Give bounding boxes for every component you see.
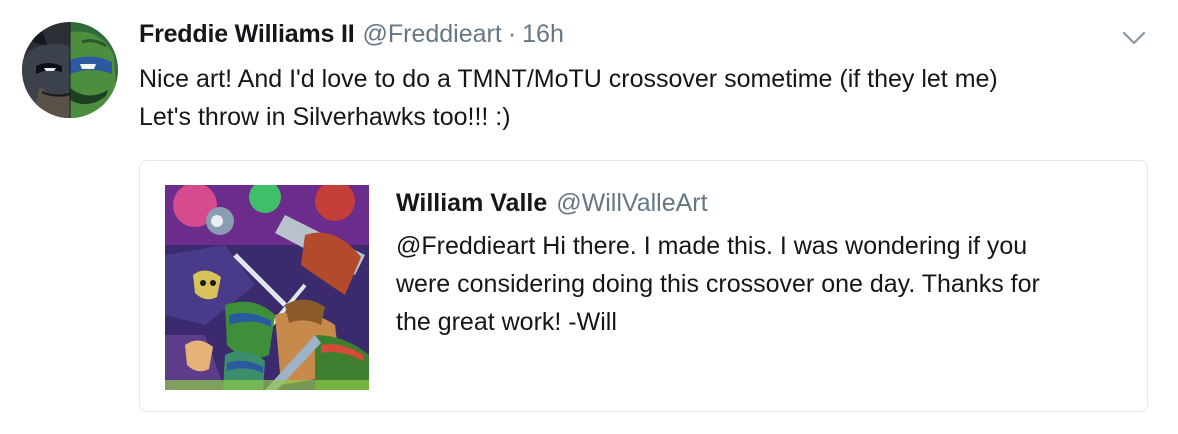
tweet-timestamp[interactable]: 16h (522, 20, 564, 49)
chevron-down-icon (1122, 31, 1146, 45)
tweet: Freddie Williams II @Freddieart · 16h Ni… (0, 0, 1178, 434)
tweet-text-line: Let's throw in Silverhawks too!!! :) (139, 103, 511, 131)
tweet-menu-button[interactable] (1120, 28, 1148, 48)
quoted-text-line: the great work! -Will (396, 308, 617, 336)
quoted-tweet-media[interactable] (165, 185, 369, 390)
tweet-header: Freddie Williams II @Freddieart · 16h (139, 20, 564, 54)
quoted-text-line: were considering doing this crossover on… (396, 270, 1040, 298)
quoted-tweet-text: @Freddieart Hi there. I made this. I was… (396, 227, 1131, 341)
quoted-tweet-card[interactable]: William Valle @WillValleArt @Freddieart … (139, 160, 1148, 412)
quoted-tweet-header: William Valle @WillValleArt (396, 189, 708, 218)
author-handle[interactable]: @Freddieart (362, 20, 501, 49)
author-avatar[interactable] (22, 22, 118, 118)
tweet-text-line: Nice art! And I'd love to do a TMNT/MoTU… (139, 65, 998, 93)
quoted-author-handle[interactable]: @WillValleArt (556, 189, 707, 218)
quoted-text-line: @Freddieart Hi there. I made this. I was… (396, 232, 1028, 260)
author-name[interactable]: Freddie Williams II (139, 20, 355, 49)
avatar-image-icon (22, 22, 118, 118)
header-separator: · (507, 20, 517, 48)
tweet-text: Nice art! And I'd love to do a TMNT/MoTU… (139, 60, 1149, 136)
crossover-artwork-image-icon (165, 185, 369, 390)
quoted-author-name[interactable]: William Valle (396, 189, 547, 218)
